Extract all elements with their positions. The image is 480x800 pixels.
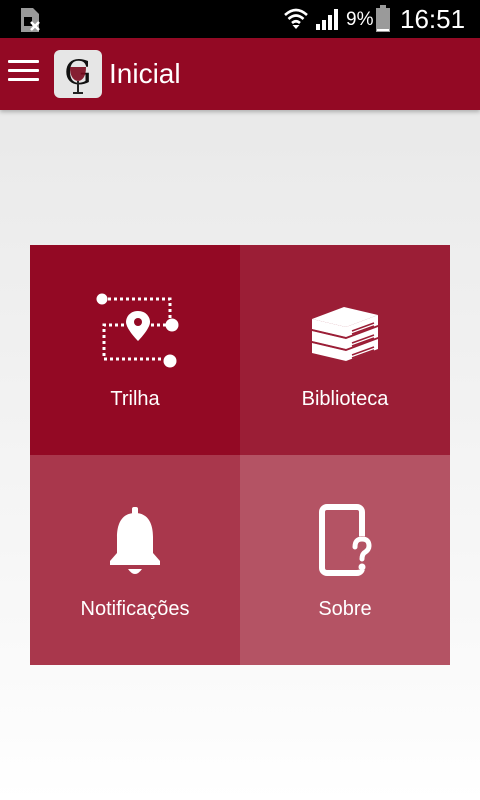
tile-label: Biblioteca (301, 388, 389, 410)
status-bar: 9% 16:51 (0, 0, 480, 38)
menu-grid: Trilha Biblioteca Notificações Sobre (30, 245, 450, 665)
sim-error-icon (21, 8, 40, 32)
tile-trilha[interactable]: Trilha (30, 245, 240, 455)
tile-notificacoes[interactable]: Notificações (30, 455, 240, 665)
app-logo: G (54, 50, 102, 98)
tile-sobre[interactable]: Sobre (240, 455, 450, 665)
tile-biblioteca[interactable]: Biblioteca (240, 245, 450, 455)
app-bar: G Inicial (0, 38, 480, 110)
page-title: Inicial (109, 58, 181, 89)
tile-label: Trilha (110, 388, 160, 410)
bell-icon (30, 495, 240, 585)
tile-label: Notificações (80, 598, 190, 620)
menu-button[interactable] (8, 60, 40, 88)
battery-percent: 9% (346, 9, 374, 30)
hamburger-line (8, 60, 39, 63)
signal-icon (316, 9, 338, 30)
hamburger-line (8, 69, 39, 72)
clock: 16:51 (400, 4, 466, 34)
trail-map-icon (30, 285, 240, 375)
phone-help-icon (240, 495, 450, 585)
battery-icon (376, 5, 390, 32)
wifi-icon (284, 8, 308, 29)
tile-label: Sobre (318, 598, 372, 620)
books-icon (240, 285, 450, 375)
hamburger-line (8, 78, 39, 81)
